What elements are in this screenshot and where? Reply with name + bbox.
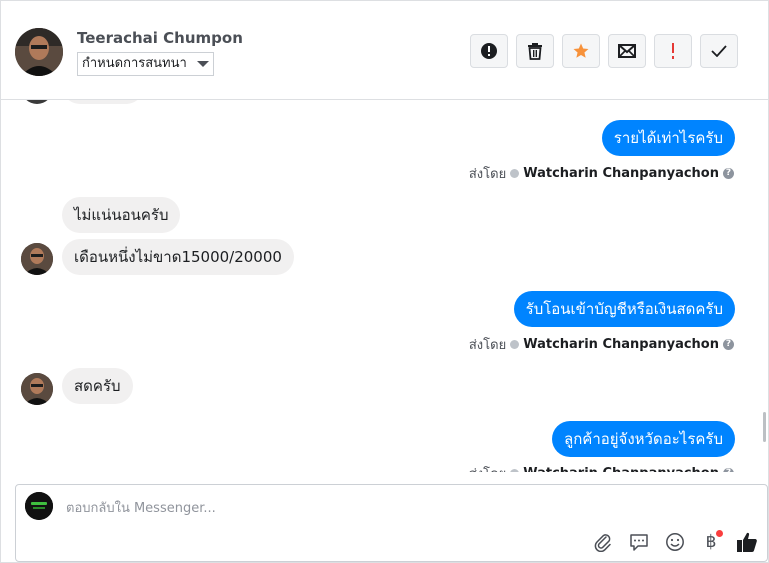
assign-conversation-dropdown[interactable]: กำหนดการสนทนา — [77, 52, 214, 76]
sent-by-prefix: ส่งโดย — [468, 338, 507, 353]
mark-unread-button[interactable] — [608, 34, 646, 68]
star-icon — [573, 43, 589, 58]
chevron-down-icon — [196, 61, 209, 67]
messenger-inbox-panel: Teerachai Chumpon กำหนดการสนทนา รายได้เท… — [0, 0, 769, 563]
emoji-button[interactable] — [663, 530, 687, 554]
notification-badge — [716, 530, 723, 537]
message-bubble-incoming[interactable]: สดครับ — [62, 368, 133, 404]
page-avatar — [25, 492, 53, 520]
emoji-icon — [666, 533, 684, 551]
follow-up-button[interactable] — [654, 34, 692, 68]
sent-by-line: ส่งโดย Watcharin Chanpanyachon ? — [469, 163, 734, 184]
paperclip-icon — [594, 534, 611, 552]
saved-replies-button[interactable] — [627, 530, 651, 554]
contact-avatar-small — [21, 243, 53, 275]
message-thread[interactable]: รายได้เท่าไรครับ ส่งโดย Watcharin Chanpa… — [1, 100, 768, 472]
exclamation-icon — [672, 43, 674, 59]
alert-circle-icon — [481, 43, 497, 59]
checkmark-icon — [711, 45, 727, 57]
attach-button[interactable] — [591, 530, 615, 554]
mark-done-button[interactable] — [700, 34, 738, 68]
star-button[interactable] — [562, 34, 600, 68]
message-bubble-incoming[interactable] — [62, 100, 144, 104]
sent-by-prefix: ส่งโดย — [468, 167, 507, 182]
message-bubble-outgoing[interactable]: รับโอนเข้าบัญชีหรือเงินสดครับ — [513, 291, 735, 327]
contact-name[interactable]: Teerachai Chumpon — [77, 29, 243, 47]
like-button[interactable] — [735, 530, 759, 554]
thumbs-up-icon — [737, 532, 757, 552]
mark-spam-button[interactable] — [470, 34, 508, 68]
message-bubble-incoming[interactable]: ไม่แน่นอนครับ — [62, 197, 181, 233]
header-actions — [470, 34, 738, 68]
envelope-icon — [618, 44, 636, 58]
assign-label: กำหนดการสนทนา — [82, 56, 187, 71]
sent-by-line: ส่งโดย Watcharin Chanpanyachon ? — [469, 334, 734, 355]
contact-avatar[interactable] — [15, 28, 63, 76]
sent-by-prefix: ส่งโดย — [469, 463, 506, 472]
baht-payment-icon: ฿ — [705, 532, 717, 552]
conversation-header: Teerachai Chumpon กำหนดการสนทนา — [1, 1, 768, 100]
quick-reply-icon — [630, 534, 648, 551]
message-bubble-incoming[interactable]: เดือนหนึ่งไม่ขาด15000/20000 — [62, 239, 294, 275]
thread-scrollbar[interactable] — [763, 412, 766, 442]
delete-button[interactable] — [516, 34, 554, 68]
contact-avatar-small — [21, 100, 53, 104]
message-bubble-outgoing[interactable]: รายได้เท่าไรครับ — [601, 120, 735, 156]
reply-composer: ฿ — [15, 484, 768, 562]
sent-by-agent: Watcharin Chanpanyachon — [523, 337, 719, 352]
composer-tools: ฿ — [591, 530, 759, 554]
verified-dot-icon — [510, 340, 520, 349]
help-icon[interactable]: ? — [723, 468, 734, 472]
message-bubble-outgoing[interactable]: ลูกค้าอยู่จังหวัดอะไรครับ — [552, 421, 735, 457]
trash-icon — [528, 43, 542, 60]
sent-by-line: ส่งโดย Watcharin Chanpanyachon ? — [469, 463, 734, 472]
contact-avatar-small — [21, 373, 53, 405]
verified-dot-icon — [510, 169, 520, 178]
reply-input[interactable] — [64, 497, 668, 519]
help-icon[interactable]: ? — [723, 168, 734, 179]
sent-by-agent: Watcharin Chanpanyachon — [523, 466, 719, 472]
help-icon[interactable]: ? — [723, 339, 734, 350]
sent-by-agent: Watcharin Chanpanyachon — [523, 166, 719, 181]
verified-dot-icon — [510, 469, 520, 472]
payment-button[interactable]: ฿ — [699, 530, 723, 554]
